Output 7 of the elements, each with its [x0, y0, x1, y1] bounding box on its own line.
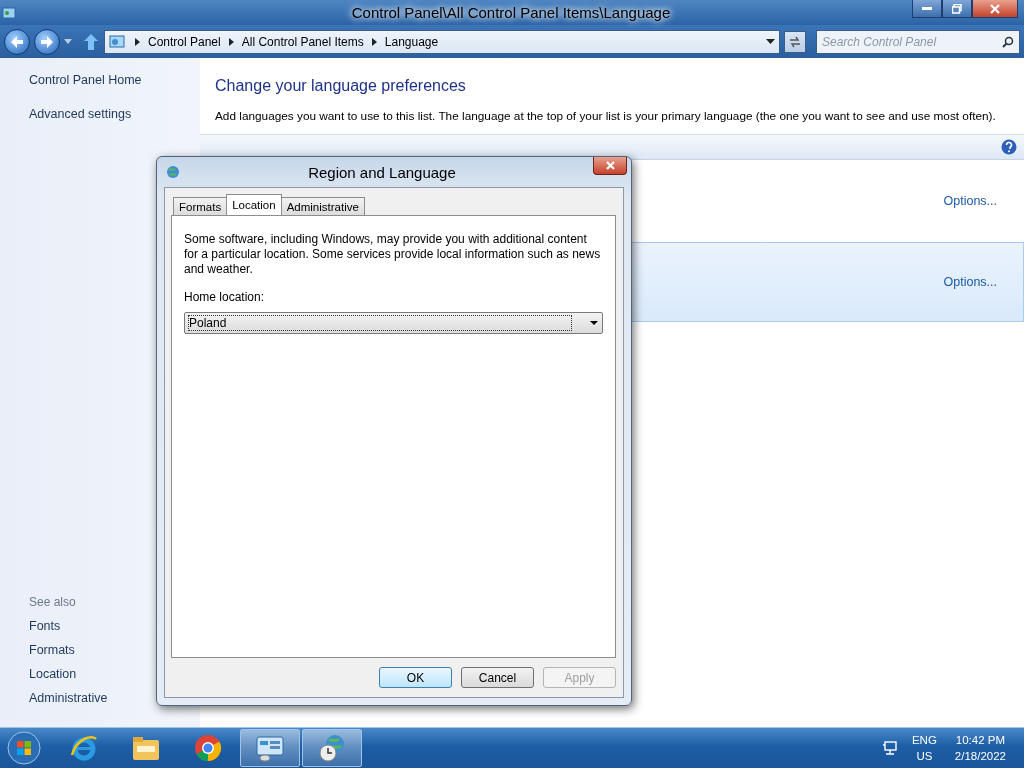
- home-location-label: Home location:: [184, 290, 266, 304]
- see-also-heading: See also: [29, 595, 76, 609]
- page-description: Add languages you want to use to this list. The language at the top of your list is your primary language (the one you want to see and use most often).: [215, 109, 997, 123]
- page-heading: Change your language preferences: [215, 77, 467, 95]
- location-description: Some software, including Windows, may provide you with additional content for a particular location. Some services provide local information such as news and weather.: [184, 232, 602, 277]
- dialog-title: Region and Language: [307, 163, 457, 181]
- window-title: Control Panel\All Control Panel Items\Language: [350, 4, 672, 21]
